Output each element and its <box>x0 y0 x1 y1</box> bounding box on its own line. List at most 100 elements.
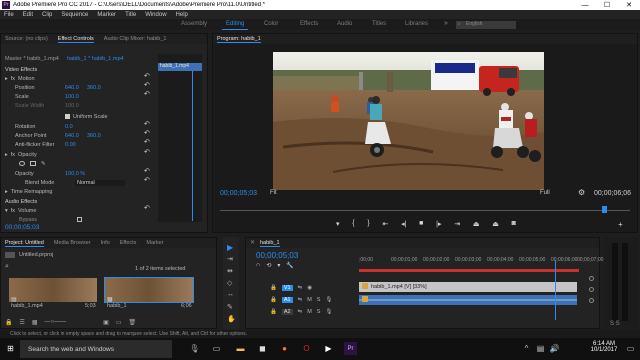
project-item-name[interactable]: habib_1.mp4 <box>11 303 43 309</box>
opacity-value[interactable]: 100.0 % <box>65 171 85 177</box>
rotation-value[interactable]: 0.0 <box>65 124 73 130</box>
workspace-tab-assembly[interactable]: Assembly <box>181 21 207 27</box>
anchor-x-value[interactable]: 640.0 <box>65 133 87 139</box>
scale-value[interactable]: 100.0 <box>65 94 79 100</box>
effect-motion-row[interactable]: ▸ fx Motion <box>5 74 35 83</box>
snap-icon[interactable]: ∩ <box>256 262 260 269</box>
tab-info[interactable]: Info <box>101 240 110 246</box>
anchor-y-value[interactable]: 360.0 <box>87 133 101 139</box>
media-player-icon[interactable]: ▶ <box>322 342 335 355</box>
notifications-icon[interactable]: ▭ <box>624 342 637 355</box>
master-clip-label[interactable]: Master * habib_1.mp4 <box>5 54 59 63</box>
task-view-icon[interactable]: ▭ <box>210 342 223 355</box>
firefox-icon[interactable]: ● <box>278 342 291 355</box>
reset-icon[interactable]: ↶ <box>144 167 150 175</box>
track-target-a1[interactable]: A1 <box>281 296 293 303</box>
close-tab-icon[interactable]: ✕ <box>250 239 255 246</box>
tab-effects[interactable]: Effects <box>120 240 137 246</box>
ripple-edit-tool-icon[interactable]: ⇹ <box>227 267 233 275</box>
maximize-button[interactable]: ☐ <box>596 1 618 9</box>
sync-lock-icon[interactable]: ⇋ <box>298 309 303 315</box>
step-back-icon[interactable]: ◂| <box>401 220 406 230</box>
icon-view-icon[interactable]: ▦ <box>32 319 38 326</box>
microphone-icon[interactable]: 🎙 <box>325 309 332 315</box>
audio-clip[interactable] <box>359 295 577 305</box>
go-to-in-icon[interactable]: ⇤ <box>382 220 388 230</box>
wrench-icon[interactable]: ⚙ <box>578 188 585 197</box>
lock-icon[interactable]: 🔒 <box>270 309 277 315</box>
premiere-taskbar-icon[interactable]: Pr <box>344 342 357 355</box>
step-forward-icon[interactable]: |▸ <box>436 220 441 230</box>
zoom-fit-select[interactable]: Fit <box>270 190 277 196</box>
reset-icon[interactable]: ↶ <box>144 138 150 146</box>
project-item-name[interactable]: habib_1 <box>107 303 127 309</box>
go-to-out-icon[interactable]: ⇥ <box>454 220 460 230</box>
marker-icon[interactable]: ▾ <box>336 220 340 230</box>
tab-source[interactable]: Source: (no clips) <box>5 36 48 42</box>
program-timecode[interactable]: 00;00;05;03 <box>220 190 257 197</box>
lock-icon[interactable]: 🔒 <box>5 319 12 326</box>
antiflicker-value[interactable]: 0.00 <box>65 142 76 148</box>
bypass-checkbox[interactable] <box>77 217 83 222</box>
menu-edit[interactable]: Edit <box>23 12 33 18</box>
system-tray-icons[interactable]: ^ <box>520 342 533 355</box>
mark-out-icon[interactable]: } <box>367 220 369 230</box>
effect-controls-timecode[interactable]: 00;00;05;03 <box>5 223 39 232</box>
slip-tool-icon[interactable]: ↔ <box>227 291 234 298</box>
menu-window[interactable]: Window <box>145 12 166 18</box>
extract-icon[interactable]: ⏏ <box>492 220 499 230</box>
menu-help[interactable]: Help <box>176 12 188 18</box>
reset-icon[interactable]: ↶ <box>144 204 150 212</box>
program-playhead[interactable] <box>602 206 607 213</box>
volume-icon[interactable]: 🔊 <box>548 342 561 355</box>
project-item-thumbnail[interactable] <box>104 277 194 303</box>
effect-opacity-row[interactable]: ▸ fx Opacity <box>5 150 37 159</box>
zoom-slider[interactable]: —○—— <box>45 319 67 326</box>
windows-start-icon[interactable]: ⊞ <box>4 342 17 355</box>
new-bin-icon[interactable]: ▭ <box>116 319 122 326</box>
linked-selection-icon[interactable]: ⟲ <box>266 262 271 269</box>
reset-icon[interactable]: ↶ <box>144 120 150 128</box>
tab-media-browser[interactable]: Media Browser <box>54 240 91 246</box>
tab-marker[interactable]: Marker <box>146 240 163 246</box>
razor-tool-icon[interactable]: ◇ <box>227 279 232 287</box>
taskbar-search[interactable]: Search the web and Windows <box>20 340 172 358</box>
track-target-v1[interactable]: V1 <box>281 284 293 291</box>
effect-volume-row[interactable]: ▾ fx Volume <box>5 206 36 215</box>
reset-icon[interactable]: ↶ <box>144 72 150 80</box>
trash-icon[interactable]: 🗑 <box>129 319 137 326</box>
tab-effect-controls[interactable]: Effect Controls <box>57 36 94 43</box>
workspace-tab-libraries[interactable]: Libraries <box>405 21 428 27</box>
position-y-value[interactable]: 360.0 <box>87 85 101 91</box>
sync-lock-icon[interactable]: ⇋ <box>298 297 303 303</box>
file-explorer-icon[interactable]: ▬ <box>234 342 247 355</box>
reset-icon[interactable]: ↶ <box>144 129 150 137</box>
scroll-handle[interactable] <box>589 276 594 281</box>
workspace-tab-effects[interactable]: Effects <box>300 21 318 27</box>
microphone-icon[interactable]: 🎙 <box>325 297 332 303</box>
workspace-tab-color[interactable]: Color <box>264 21 278 27</box>
tab-audio-clip-mixer[interactable]: Audio Clip Mixer: habib_1 <box>104 36 167 42</box>
menu-marker[interactable]: Marker <box>97 12 116 18</box>
eye-icon[interactable]: ◉ <box>307 285 312 291</box>
playback-resolution-select[interactable]: Full <box>540 190 550 196</box>
uniform-scale-row[interactable]: Uniform Scale <box>65 112 108 121</box>
position-x-value[interactable]: 640.0 <box>65 85 87 91</box>
track-target-a2[interactable]: A2 <box>281 308 293 315</box>
blend-mode-select[interactable]: Normal <box>75 179 125 186</box>
track-select-tool-icon[interactable]: ⇥ <box>227 255 233 263</box>
microphone-icon[interactable]: 🎙 <box>188 342 201 355</box>
scroll-handle[interactable] <box>589 298 594 303</box>
close-button[interactable]: ✕ <box>618 1 640 9</box>
hand-tool-icon[interactable]: ✋ <box>227 315 236 323</box>
reset-icon[interactable]: ↶ <box>144 176 150 184</box>
mute-button[interactable]: M <box>307 309 312 315</box>
timeline-timecode[interactable]: 00;00;05;03 <box>256 251 298 260</box>
network-icon[interactable]: ▤ <box>534 342 547 355</box>
ellipse-mask-icon[interactable] <box>19 161 25 166</box>
workspace-overflow-icon[interactable]: » <box>444 20 448 27</box>
scroll-handle[interactable] <box>589 287 594 292</box>
uniform-scale-checkbox[interactable] <box>65 114 70 119</box>
effect-mini-clip[interactable]: habib_1.mp4 <box>158 63 202 71</box>
menu-sequence[interactable]: Sequence <box>61 12 88 18</box>
